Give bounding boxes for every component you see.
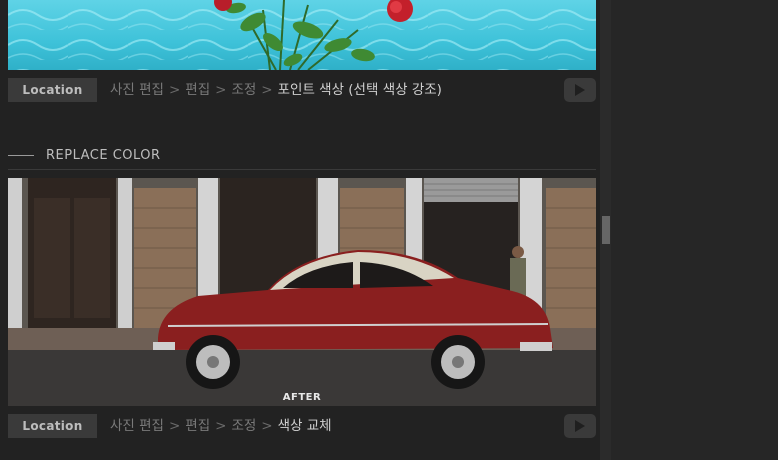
divider — [8, 169, 596, 170]
location-row-replace-color: Location 사진 편집 > 편집 > 조정 > 색상 교체 — [8, 414, 596, 438]
breadcrumb-current: 색상 교체 — [277, 418, 332, 434]
replace-color-example-image: AFTER — [8, 178, 596, 406]
play-video-button[interactable] — [564, 414, 596, 438]
breadcrumb: 사진 편집 > 편집 > 조정 > 색상 교체 — [110, 414, 332, 438]
breadcrumb-item: 사진 편집 — [110, 82, 164, 98]
location-row-point-color: Location 사진 편집 > 편집 > 조정 > 포인트 색상 (선택 색상 강조) — [8, 78, 596, 102]
breadcrumb-item: 편집 — [185, 82, 211, 98]
play-video-button[interactable] — [564, 78, 596, 102]
breadcrumb-item: 편집 — [185, 418, 211, 434]
heading-dash — [8, 155, 34, 156]
content-area: Location 사진 편집 > 편집 > 조정 > 포인트 색상 (선택 색상 강조) R… — [0, 0, 600, 460]
breadcrumb-item: 조정 — [231, 418, 257, 434]
breadcrumb-item: 사진 편집 — [110, 418, 164, 434]
section-title: REPLACE COLOR — [46, 148, 161, 163]
breadcrumb-item: 조정 — [231, 82, 257, 98]
breadcrumb: 사진 편집 > 편집 > 조정 > 포인트 색상 (선택 색상 강조) — [110, 78, 442, 102]
chevron-right-icon: > — [215, 418, 227, 434]
image-caption: AFTER — [282, 392, 322, 403]
section-heading-replace-color: REPLACE COLOR — [8, 146, 596, 166]
right-panel — [611, 0, 778, 460]
chevron-right-icon: > — [215, 82, 227, 98]
chevron-right-icon: > — [261, 82, 273, 98]
scrollbar-thumb[interactable] — [602, 216, 610, 244]
location-button[interactable]: Location — [8, 414, 97, 438]
play-icon — [575, 420, 585, 432]
location-button[interactable]: Location — [8, 78, 97, 102]
chevron-right-icon: > — [168, 418, 181, 434]
point-color-example-image — [8, 0, 596, 70]
breadcrumb-current: 포인트 색상 (선택 색상 강조) — [277, 82, 442, 98]
play-icon — [575, 84, 585, 96]
chevron-right-icon: > — [261, 418, 273, 434]
chevron-right-icon: > — [168, 82, 181, 98]
